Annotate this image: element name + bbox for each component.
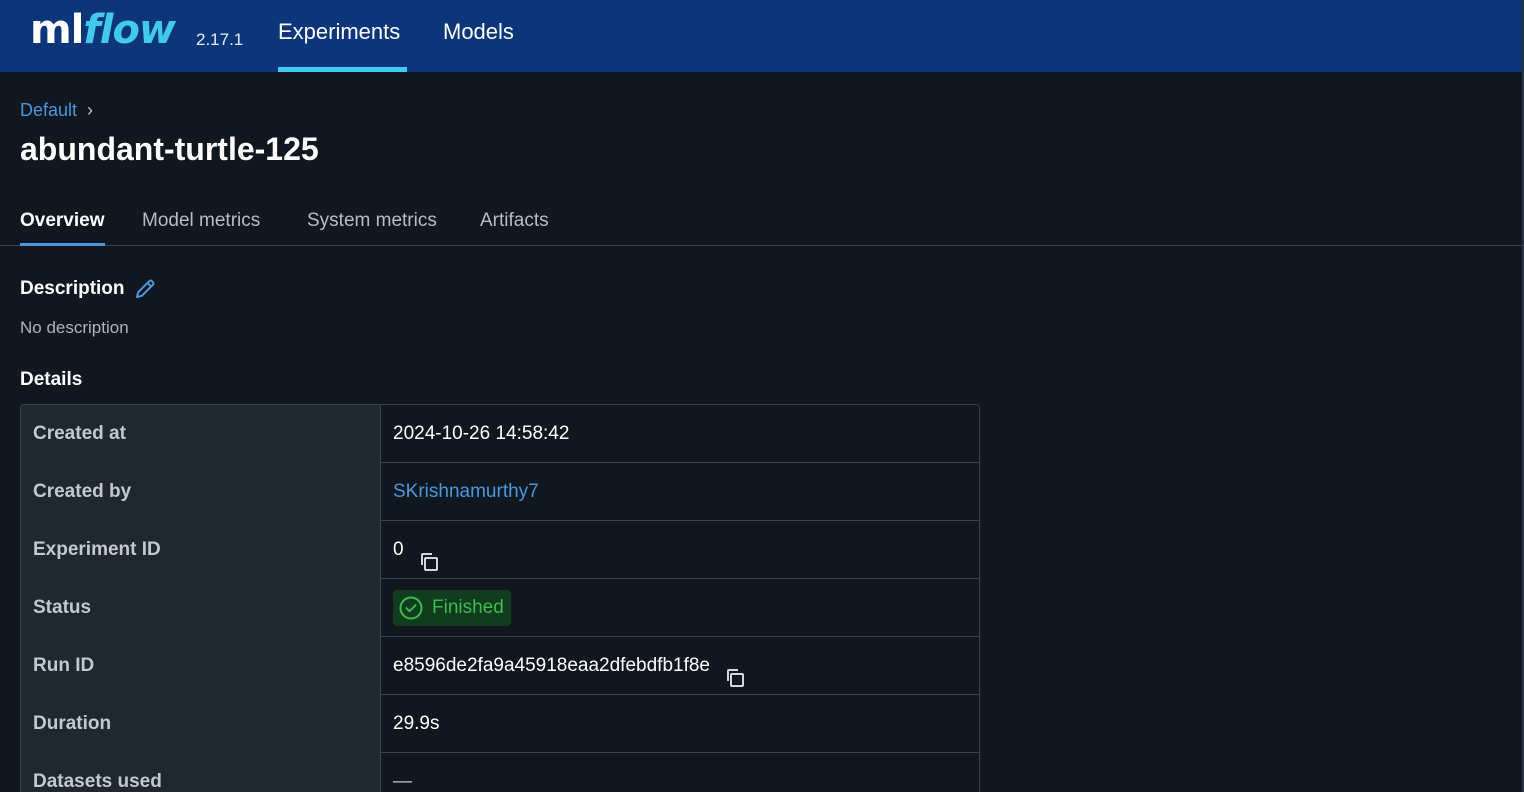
- status-badge: Finished: [393, 590, 511, 626]
- tab-overview[interactable]: Overview: [20, 210, 105, 246]
- details-row-created-by: Created by SKrishnamurthy7: [21, 463, 979, 521]
- copy-icon[interactable]: [724, 655, 746, 687]
- tab-model-metrics[interactable]: Model metrics: [142, 210, 260, 245]
- created-by-link[interactable]: SKrishnamurthy7: [393, 463, 539, 521]
- created-at-value: 2024-10-26 14:58:42: [393, 423, 570, 444]
- details-row-duration: Duration 29.9s: [21, 695, 979, 753]
- description-heading: Description: [20, 278, 125, 299]
- details-row-datasets-used: Datasets used —: [21, 753, 979, 792]
- description-text: No description: [20, 318, 129, 337]
- details-row-experiment-id: Experiment ID 0: [21, 521, 979, 579]
- row-label: Created by: [21, 463, 381, 521]
- details-heading: Details: [20, 369, 83, 390]
- breadcrumb-default-link[interactable]: Default: [20, 100, 77, 121]
- logo-ml-text: ml: [30, 7, 84, 53]
- check-circle-icon: [399, 596, 423, 620]
- details-row-run-id: Run ID e8596de2fa9a45918eaa2dfebdfb1f8e: [21, 637, 979, 695]
- row-label: Duration: [21, 695, 381, 753]
- experiment-id-value: 0: [393, 539, 404, 560]
- details-table: Created at 2024-10-26 14:58:42 Created b…: [20, 404, 980, 792]
- edit-description-icon[interactable]: [133, 277, 157, 301]
- breadcrumb: Default ›: [20, 100, 93, 121]
- status-text: Finished: [432, 597, 504, 618]
- mlflow-logo[interactable]: ml flow: [30, 2, 176, 64]
- breadcrumb-chevron-icon: ›: [87, 100, 94, 120]
- row-label: Datasets used: [21, 753, 381, 792]
- run-id-value: e8596de2fa9a45918eaa2dfebdfb1f8e: [393, 655, 710, 676]
- tab-system-metrics[interactable]: System metrics: [307, 210, 437, 245]
- nav-experiments[interactable]: Experiments: [278, 0, 407, 72]
- row-label: Created at: [21, 405, 381, 463]
- datasets-used-value: —: [393, 771, 412, 792]
- row-label: Experiment ID: [21, 521, 381, 579]
- copy-icon[interactable]: [418, 539, 440, 571]
- version-label: 2.17.1: [196, 30, 244, 49]
- row-label: Run ID: [21, 637, 381, 695]
- logo-flow-text: flow: [83, 7, 176, 53]
- row-label: Status: [21, 579, 381, 637]
- run-tabs: Overview Model metrics System metrics Ar…: [0, 200, 1524, 246]
- nav-models[interactable]: Models: [443, 0, 514, 72]
- details-row-created-at: Created at 2024-10-26 14:58:42: [21, 405, 979, 463]
- details-row-status: Status Finished: [21, 579, 979, 637]
- top-navigation-bar: ml flow 2.17.1 Experiments Models: [0, 0, 1524, 72]
- page-title: abundant-turtle-125: [20, 131, 319, 167]
- duration-value: 29.9s: [393, 713, 440, 734]
- tab-artifacts[interactable]: Artifacts: [480, 210, 549, 245]
